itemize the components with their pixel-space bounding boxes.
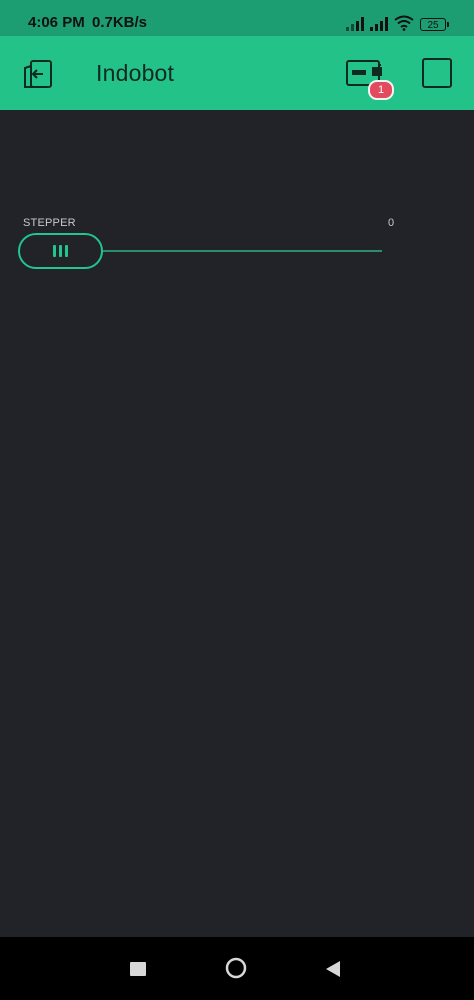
device-count-badge: 1 <box>368 80 394 100</box>
slider-handle[interactable] <box>18 233 103 269</box>
widget-value: 0 <box>388 217 395 229</box>
widget-label: STEPPER <box>23 217 76 229</box>
signal-icon <box>346 17 364 31</box>
battery-icon: 25 <box>420 18 449 31</box>
status-time: 4:06 PM <box>28 14 85 31</box>
square-button[interactable] <box>422 58 452 88</box>
status-icons: 25 <box>346 13 449 31</box>
status-network-speed: 0.7KB/s <box>92 14 148 31</box>
app-header: Indobot 1 <box>0 36 474 110</box>
signal-icon <box>370 17 388 31</box>
navigation-bar <box>0 937 474 1000</box>
status-bar: 4:06 PM 0.7KB/s 25 <box>0 0 474 36</box>
slider-track[interactable] <box>100 250 382 252</box>
recent-apps-icon[interactable] <box>130 962 146 976</box>
back-icon[interactable] <box>324 960 342 978</box>
exit-icon <box>24 60 52 88</box>
battery-level: 25 <box>427 20 439 31</box>
device-status-button[interactable]: 1 <box>342 56 394 100</box>
grip-icon <box>59 245 62 257</box>
grip-icon <box>65 245 68 257</box>
wifi-icon <box>394 15 414 31</box>
home-icon[interactable] <box>225 957 247 979</box>
exit-button[interactable] <box>18 54 58 94</box>
grip-icon <box>53 245 56 257</box>
project-title: Indobot <box>96 60 175 86</box>
